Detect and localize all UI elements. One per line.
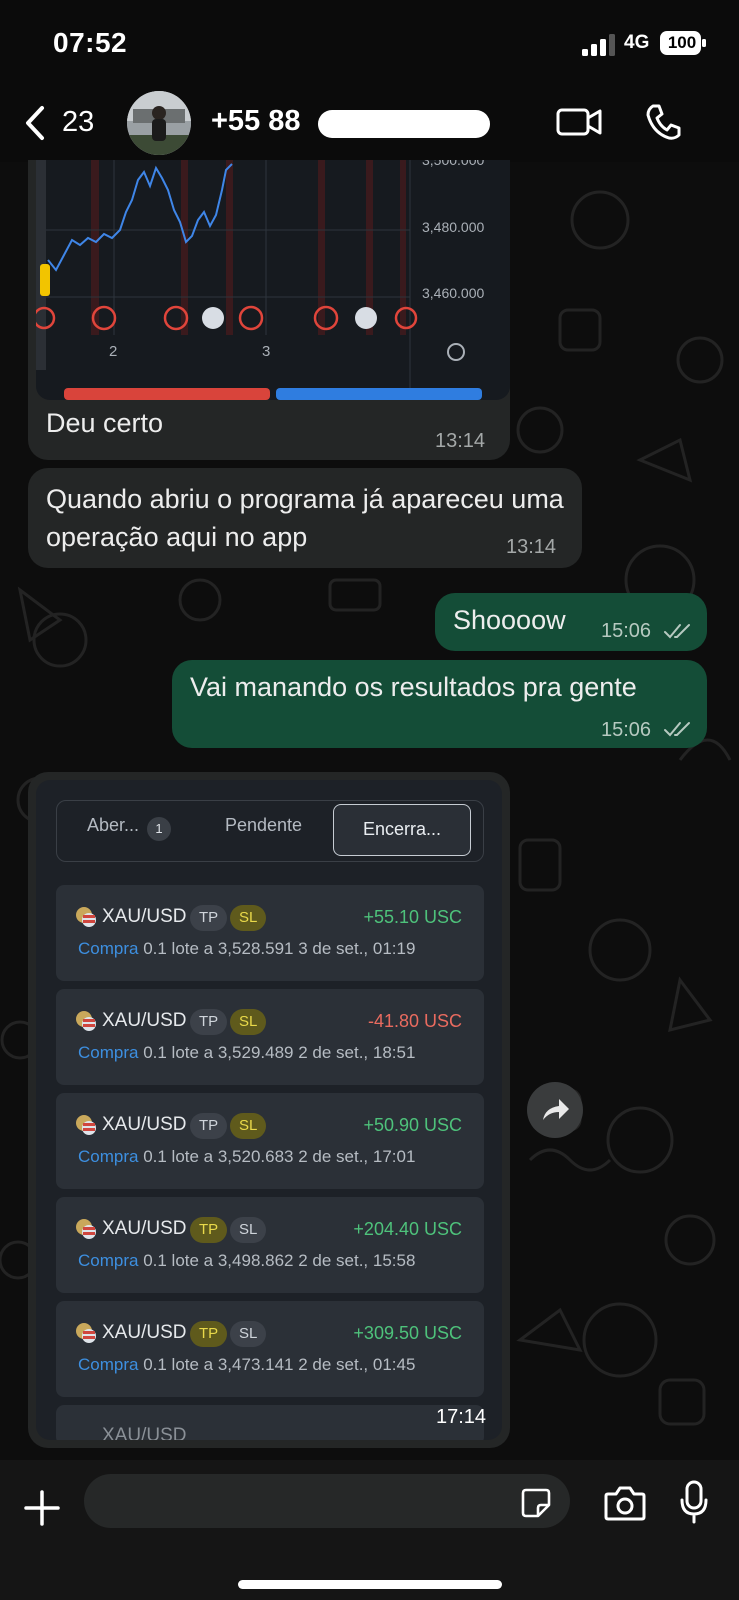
message-time: 17:14 xyxy=(436,1406,487,1428)
gold-usd-flag-icon xyxy=(74,1217,98,1241)
trade-pair: XAU/USD xyxy=(102,1322,187,1343)
trade-detail: Compra 0.1 lote a 3,498.862 2 de set., 1… xyxy=(78,1251,416,1270)
trade-tabs: Aber... 1 Pendente Encerra... xyxy=(56,800,484,862)
message-text: Shoooow xyxy=(453,605,566,635)
gold-usd-flag-icon xyxy=(74,1321,98,1345)
tp-badge: TP xyxy=(190,905,228,931)
gold-usd-flag-icon xyxy=(74,1009,98,1033)
sl-badge: SL xyxy=(230,1217,267,1243)
trade-side: Compra xyxy=(78,1355,139,1374)
trade-detail: Compra 0.1 lote a 3,473.141 2 de set., 0… xyxy=(78,1355,416,1374)
sl-badge: SL xyxy=(230,1321,267,1347)
trade-detail: Compra 0.1 lote a 3,520.683 2 de set., 1… xyxy=(78,1147,416,1166)
cellular-signal-icon xyxy=(582,34,615,56)
trade-pnl: +50.90 USC xyxy=(363,1115,462,1135)
message-input-wrapper xyxy=(84,1474,570,1528)
tab-open-badge: 1 xyxy=(147,817,171,841)
trade-pair: XAU/USD xyxy=(102,1425,187,1440)
message-time: 15:06 xyxy=(601,719,652,741)
trade-pnl: +55.10 USC xyxy=(363,907,462,927)
tp-badge: TP xyxy=(190,1321,228,1347)
trade-row[interactable]: XAU/USD TP SL +309.50 USC Compra 0.1 lot… xyxy=(56,1301,484,1397)
trade-row[interactable]: XAU/USD TP SL +55.10 USC Compra 0.1 lote… xyxy=(56,885,484,981)
status-time: 07:52 xyxy=(53,27,128,58)
trade-pnl: -41.80 USC xyxy=(367,1011,462,1031)
message-time: 15:06 xyxy=(601,620,652,642)
tp-badge: TP xyxy=(190,1217,228,1243)
chart-x-label: 2 xyxy=(109,343,118,360)
trade-row[interactable]: XAU/USD TP SL +50.90 USC Compra 0.1 lote… xyxy=(56,1093,484,1189)
trade-pair: XAU/USD xyxy=(102,1218,187,1239)
trade-row[interactable]: XAU/USD TP SL -41.80 USC Compra 0.1 lote… xyxy=(56,989,484,1085)
chart-price-label: 3,460.000 xyxy=(422,285,485,301)
contact-avatar[interactable] xyxy=(127,91,191,155)
gold-usd-flag-icon xyxy=(74,1113,98,1137)
chart-image-message[interactable]: 3,500.000 3,480.000 3,460.000 2 3 Deu ce… xyxy=(28,160,510,460)
read-receipt-icon xyxy=(664,624,690,639)
sl-badge: SL xyxy=(230,1113,267,1139)
read-receipt-icon xyxy=(664,722,690,737)
chart-price-label: 3,480.000 xyxy=(422,219,485,235)
message-time: 13:14 xyxy=(435,430,486,452)
forward-button[interactable] xyxy=(527,1082,583,1138)
sl-badge: SL xyxy=(230,905,267,931)
network-type: 4G xyxy=(624,32,650,53)
trade-detail: Compra 0.1 lote a 3,529.489 2 de set., 1… xyxy=(78,1043,416,1062)
trade-row-partial[interactable]: XAU/USD xyxy=(56,1405,484,1440)
trades-image-message[interactable]: Aber... 1 Pendente Encerra... XAU/USD TP… xyxy=(28,772,510,1448)
microphone-icon[interactable] xyxy=(679,1480,709,1524)
message-input[interactable] xyxy=(104,1484,484,1518)
trade-pair: XAU/USD xyxy=(102,906,187,927)
camera-icon[interactable] xyxy=(604,1485,646,1521)
trade-side: Compra xyxy=(78,1043,139,1062)
trade-side: Compra xyxy=(78,1147,139,1166)
message-time: 13:14 xyxy=(506,536,557,558)
chart-x-label: 3 xyxy=(262,343,271,360)
tab-open[interactable]: Aber... xyxy=(87,815,139,836)
message-composer xyxy=(0,1460,739,1600)
trade-side: Compra xyxy=(78,1251,139,1270)
chart-price-label: 3,500.000 xyxy=(422,160,485,168)
tab-pending[interactable]: Pendente xyxy=(225,815,302,836)
trade-pnl: +204.40 USC xyxy=(353,1219,462,1239)
redacted-phone-number xyxy=(318,110,490,138)
forward-arrow-icon xyxy=(543,1099,569,1120)
tp-badge: TP xyxy=(190,1113,228,1139)
trade-pair: XAU/USD xyxy=(102,1010,187,1031)
gold-usd-flag-icon xyxy=(74,905,98,929)
trade-pnl: +309.50 USC xyxy=(353,1323,462,1343)
message-text: Vai manando os resultados pra gente xyxy=(190,672,637,702)
message-text: Quando abriu o programa já apareceu uma … xyxy=(46,484,564,552)
sl-badge: SL xyxy=(230,1009,267,1035)
plus-icon[interactable] xyxy=(22,1488,62,1528)
outgoing-message[interactable]: Shoooow 15:06 xyxy=(435,593,707,651)
back-chevron-icon[interactable] xyxy=(22,104,48,142)
home-indicator xyxy=(238,1580,502,1589)
status-bar: 07:52 4G 100 xyxy=(0,0,739,90)
trade-pair: XAU/USD xyxy=(102,1114,187,1135)
sticker-icon[interactable] xyxy=(520,1487,552,1519)
chat-header: 23 +55 88 xyxy=(0,90,739,162)
video-call-icon[interactable] xyxy=(556,106,602,138)
trades-screenshot[interactable]: Aber... 1 Pendente Encerra... XAU/USD TP… xyxy=(36,780,502,1440)
battery-level: 100 xyxy=(667,33,697,52)
phone-call-icon[interactable] xyxy=(645,103,681,141)
incoming-message[interactable]: Quando abriu o programa já apareceu uma … xyxy=(28,468,582,568)
contact-name[interactable]: +55 88 xyxy=(211,105,301,138)
trade-detail: Compra 0.1 lote a 3,528.591 3 de set., 0… xyxy=(78,939,416,958)
outgoing-message[interactable]: Vai manando os resultados pra gente 15:0… xyxy=(172,660,707,748)
trade-row[interactable]: XAU/USD TP SL +204.40 USC Compra 0.1 lot… xyxy=(56,1197,484,1293)
chart-screenshot[interactable]: 3,500.000 3,480.000 3,460.000 2 3 xyxy=(36,160,510,400)
message-text: Deu certo xyxy=(46,408,164,438)
unread-count[interactable]: 23 xyxy=(62,106,94,139)
trade-side: Compra xyxy=(78,939,139,958)
tab-closed[interactable]: Encerra... xyxy=(333,804,471,856)
tp-badge: TP xyxy=(190,1009,228,1035)
